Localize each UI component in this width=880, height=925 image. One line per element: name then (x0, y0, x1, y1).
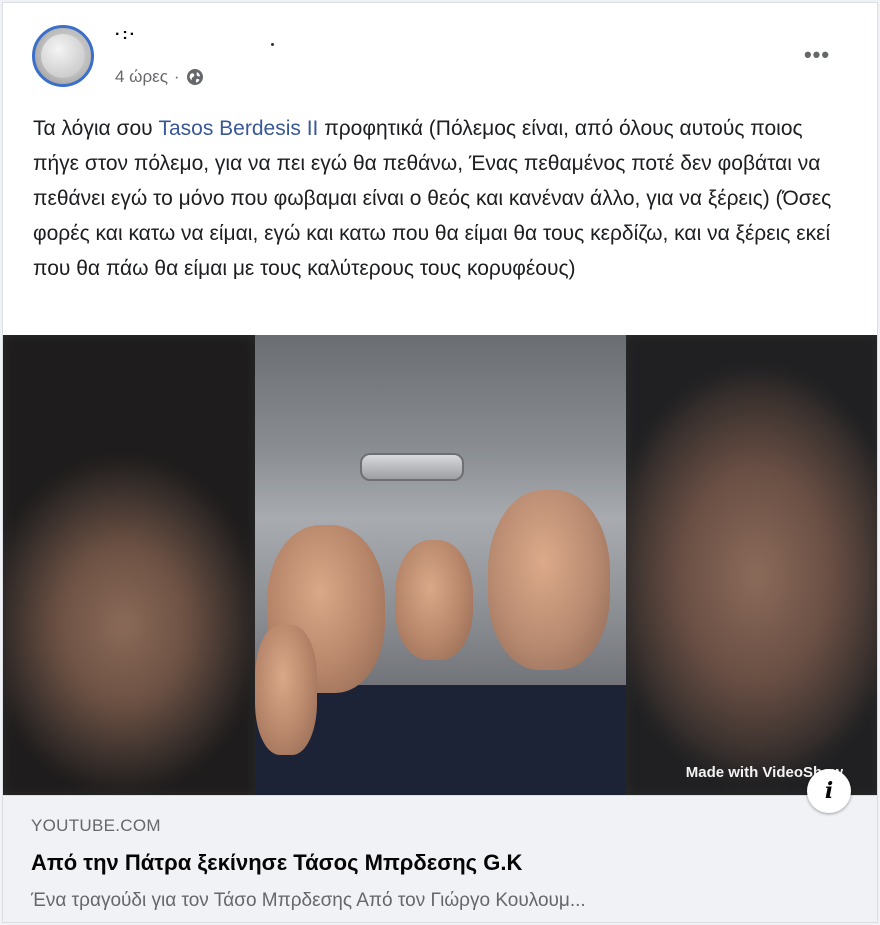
meta-separator: · (173, 67, 180, 86)
link-description: Ένα τραγούδι για τον Τάσο Μπρδεσης Από τ… (31, 890, 586, 911)
post-text: Τα λόγια σου Tasos Berdesis II προφητικά… (33, 111, 853, 286)
more-horizontal-icon[interactable]: ••• (801, 39, 833, 71)
avatar-image (41, 34, 85, 78)
info-icon[interactable]: i (807, 769, 851, 813)
mention-link[interactable]: Tasos Berdesis II (158, 117, 318, 140)
face-right (488, 490, 610, 670)
video-thumbnail[interactable]: Made with VideoShow (3, 335, 877, 795)
post-meta: 4 ώρες · (115, 67, 204, 87)
blurred-right-panel (626, 335, 877, 795)
author-name[interactable]: ·:· (115, 25, 137, 45)
facebook-post: ·:· 4 ώρες · ••• Τα λόγια σου Tasos Berd… (2, 2, 878, 923)
blurred-left-panel (3, 335, 255, 795)
link-preview[interactable]: YOUTUBE.COM Από την Πάτρα ξεκίνησε Τάσος… (3, 795, 877, 922)
face-middle (395, 540, 473, 660)
post-header: ·:· 4 ώρες · ••• (3, 3, 877, 103)
car-ceiling-light (360, 453, 464, 481)
link-domain: YOUTUBE.COM (31, 816, 161, 835)
link-title[interactable]: Από την Πάτρα ξεκίνησε Τάσος Μπρδεσης G.… (31, 850, 522, 876)
avatar[interactable] (32, 25, 94, 87)
video-photo (255, 335, 626, 795)
globe-icon[interactable] (186, 68, 204, 86)
post-timestamp[interactable]: 4 ώρες (115, 67, 168, 87)
fist (255, 625, 317, 755)
author-name-dot (271, 43, 274, 46)
post-text-intro: Τα λόγια σου (33, 117, 159, 140)
post-text-body: προφητικά (Πόλεμος είναι, από όλους αυτο… (33, 117, 832, 280)
